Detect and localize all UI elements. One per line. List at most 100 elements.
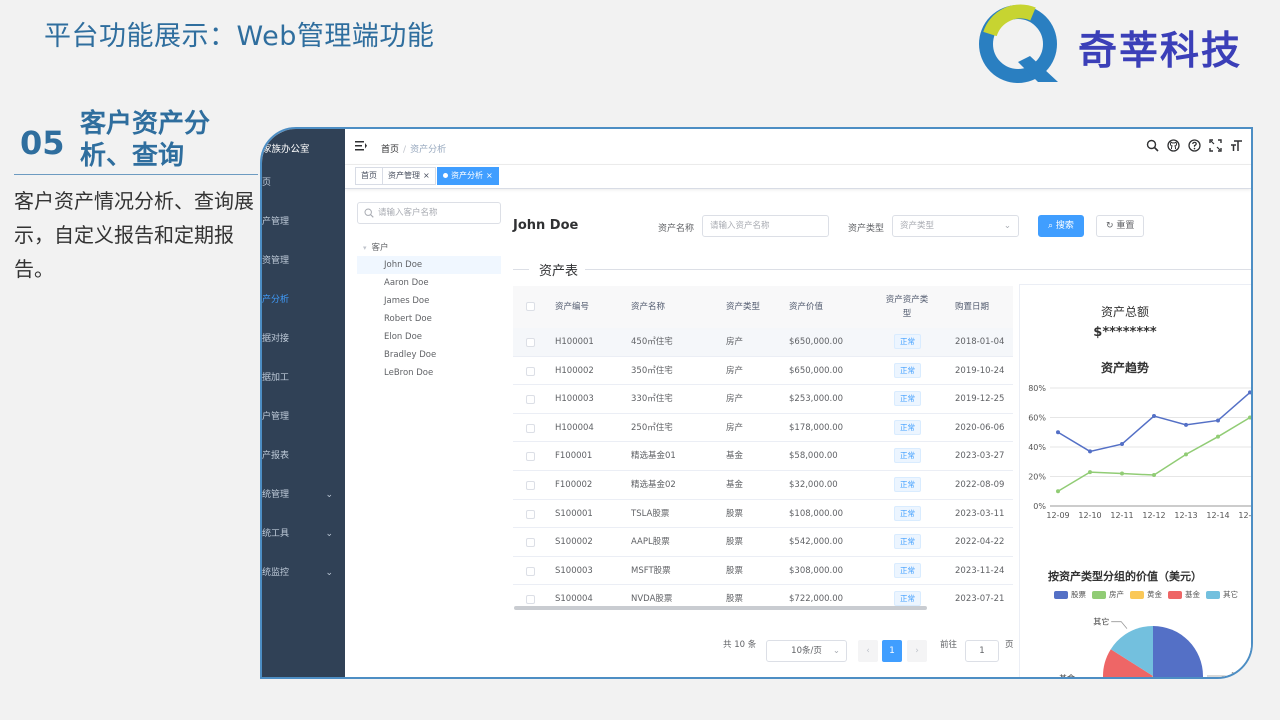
- breadcrumb-home[interactable]: 首页: [381, 145, 399, 155]
- next-page-button[interactable]: ›: [907, 640, 927, 662]
- close-icon[interactable]: ×: [423, 171, 430, 180]
- page-size-select[interactable]: 10条/页 ⌄: [766, 640, 847, 662]
- goto-page-input[interactable]: 1: [965, 640, 999, 662]
- customer-search-input[interactable]: 请输入客户名称: [357, 202, 501, 224]
- legend-item[interactable]: 房产: [1092, 589, 1124, 600]
- sidebar-item-system-tools[interactable]: 统工具 ⌄: [262, 524, 345, 544]
- search-button[interactable]: ⌕ 搜索: [1038, 215, 1084, 237]
- help-icon[interactable]: [1188, 139, 1201, 152]
- sidebar-item-label: 页: [262, 178, 272, 188]
- tree-node-customer[interactable]: Aaron Doe: [357, 274, 501, 292]
- legend-label: 股票: [1071, 590, 1086, 599]
- total-assets-value: $********: [1093, 325, 1157, 340]
- table-row[interactable]: H100003 330㎡住宅 房产 $253,000.00 正常 2019-12-25: [513, 385, 1013, 414]
- goto-label: 前往: [940, 640, 958, 650]
- trend-title: 资产趋势: [1100, 361, 1149, 375]
- pie-label: 基金: [1059, 673, 1075, 679]
- table-row[interactable]: S100003 MSFT股票 股票 $308,000.00 正常 2023-11-24: [513, 557, 1013, 586]
- tag-home[interactable]: 首页: [355, 167, 383, 185]
- table-cell-value: $108,000.00: [789, 508, 844, 519]
- tree-node-customer[interactable]: Elon Doe: [357, 328, 501, 346]
- sidebar-item-home[interactable]: 页: [262, 173, 345, 193]
- sidebar: 家族办公室 页 产管理 资管理 产分析 据对接 据加工 户管理 产报表 统管理 ⌄…: [262, 129, 345, 677]
- page-button-1[interactable]: 1: [882, 640, 902, 662]
- asset-type-select[interactable]: 资产类型 ⌄: [892, 215, 1019, 237]
- table-row[interactable]: F100002 精选基金02 基金 $32,000.00 正常 2022-08-09: [513, 471, 1013, 500]
- tags-bar: 首页 资产管理 × 资产分析 ×: [345, 165, 1251, 189]
- tree-node-customer[interactable]: James Doe: [357, 292, 501, 310]
- search-icon[interactable]: [1146, 139, 1159, 152]
- sidebar-item-system-monitoring[interactable]: 统监控 ⌄: [262, 563, 345, 583]
- sidebar-item-asset-reports[interactable]: 产报表: [262, 446, 345, 466]
- prev-page-button[interactable]: ‹: [858, 640, 878, 662]
- sidebar-item-label: 统监控: [262, 568, 290, 578]
- sidebar-item-data-integration[interactable]: 据对接: [262, 329, 345, 349]
- table-row[interactable]: S100001 TSLA股票 股票 $108,000.00 正常 2023-03-11: [513, 500, 1013, 529]
- tree-node-customer[interactable]: Robert Doe: [357, 310, 501, 328]
- reset-button[interactable]: ↻ 重置: [1096, 215, 1145, 237]
- select-all-checkbox[interactable]: [526, 302, 535, 311]
- row-checkbox[interactable]: [526, 595, 535, 605]
- row-checkbox[interactable]: [526, 566, 535, 576]
- hamburger-icon[interactable]: [355, 140, 367, 152]
- row-checkbox[interactable]: [526, 538, 535, 548]
- sidebar-item-system-management[interactable]: 统管理 ⌄: [262, 485, 345, 505]
- table-cell-id: F100002: [555, 480, 593, 490]
- navbar-icons: [1146, 139, 1243, 152]
- row-checkbox[interactable]: [526, 366, 535, 376]
- table-cell-name: AAPL股票: [631, 537, 670, 548]
- sidebar-item-data-processing[interactable]: 据加工: [262, 368, 345, 388]
- legend-item[interactable]: 基金: [1168, 589, 1200, 600]
- tag-asset-analysis[interactable]: 资产分析 ×: [437, 167, 499, 185]
- tree-node-customer[interactable]: John Doe: [357, 256, 501, 274]
- row-checkbox[interactable]: [526, 509, 535, 519]
- y-tick-label: 40%: [1028, 443, 1046, 452]
- sidebar-item-asset-management[interactable]: 产管理: [262, 212, 345, 232]
- sidebar-item-asset-analysis[interactable]: 产分析: [262, 290, 345, 310]
- series-point: [1088, 470, 1092, 475]
- row-checkbox[interactable]: [526, 395, 535, 405]
- close-icon[interactable]: ×: [486, 171, 493, 180]
- tree-node-customer[interactable]: LeBron Doe: [357, 364, 501, 382]
- tree-node-customer[interactable]: Bradley Doe: [357, 346, 501, 364]
- table-cell-type: 房产: [726, 394, 744, 405]
- legend-item[interactable]: 其它: [1206, 589, 1238, 600]
- column-header: 资产资产类型: [885, 295, 929, 319]
- legend-item[interactable]: 黄金: [1130, 589, 1162, 600]
- table-header: 资产编号 资产名称 资产类型 资产价值 资产资产类型 购置日期: [513, 286, 1013, 328]
- legend-label: 基金: [1185, 590, 1200, 599]
- legend-label: 其它: [1223, 590, 1238, 599]
- table-cell-name: 精选基金01: [631, 451, 676, 462]
- table-row[interactable]: F100001 精选基金01 基金 $58,000.00 正常 2023-03-27: [513, 442, 1013, 471]
- asset-name-input[interactable]: 请输入资产名称: [702, 215, 829, 237]
- table-row[interactable]: H100004 250㎡住宅 房产 $178,000.00 正常 2020-06-06: [513, 414, 1013, 443]
- table-row[interactable]: H100002 350㎡住宅 房产 $650,000.00 正常 2019-10-24: [513, 357, 1013, 386]
- horizontal-scrollbar[interactable]: [514, 606, 927, 610]
- reset-button-label: 重置: [1116, 221, 1135, 231]
- row-checkbox[interactable]: [526, 338, 535, 347]
- tag-asset-management[interactable]: 资产管理 ×: [382, 167, 436, 185]
- row-checkbox[interactable]: [526, 452, 535, 462]
- series-point: [1248, 390, 1251, 395]
- legend-item[interactable]: 股票: [1054, 589, 1086, 600]
- tree-root-customers[interactable]: ▾ 客户: [363, 241, 389, 253]
- page-size-value: 10条/页: [791, 646, 822, 656]
- fullscreen-icon[interactable]: [1209, 139, 1222, 152]
- table-cell-id: H100001: [555, 337, 594, 347]
- column-header: 资产编号: [555, 302, 590, 312]
- sidebar-item-customer-management[interactable]: 户管理: [262, 407, 345, 427]
- table-row[interactable]: S100002 AAPL股票 股票 $542,000.00 正常 2022-04-22: [513, 528, 1013, 557]
- github-icon[interactable]: [1167, 139, 1180, 152]
- row-checkbox[interactable]: [526, 423, 535, 433]
- table-row[interactable]: H100001 450㎡住宅 房产 $650,000.00 正常 2018-01-04: [513, 328, 1013, 357]
- status-badge: 正常: [894, 448, 921, 464]
- series-line-0: [1057, 391, 1251, 453]
- section-number: 05: [20, 124, 65, 162]
- sidebar-item-investment-management[interactable]: 资管理: [262, 251, 345, 271]
- series-point: [1056, 489, 1060, 494]
- row-checkbox[interactable]: [526, 481, 535, 490]
- sidebar-item-label: 据对接: [262, 334, 290, 344]
- font-size-icon[interactable]: [1230, 139, 1243, 152]
- table-cell-name: MSFT股票: [631, 565, 671, 576]
- legend-swatch: [1206, 590, 1220, 599]
